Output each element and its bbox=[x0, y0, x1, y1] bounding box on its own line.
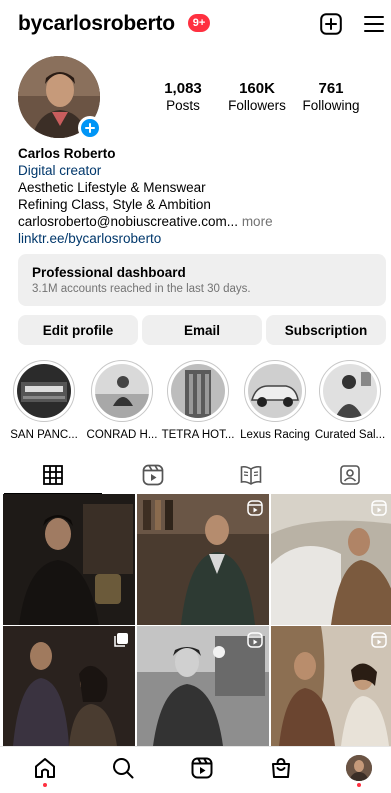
tab-guides[interactable] bbox=[202, 456, 300, 494]
nav-profile[interactable] bbox=[346, 755, 372, 781]
guide-icon bbox=[240, 465, 262, 485]
posts-count: 1,083 bbox=[164, 80, 202, 97]
shop-icon bbox=[272, 757, 290, 778]
nav-search[interactable] bbox=[110, 755, 136, 781]
highlight-cover bbox=[323, 364, 377, 418]
reels-icon bbox=[191, 757, 213, 779]
profile-username[interactable]: bycarlosroberto bbox=[18, 12, 175, 36]
reel-icon bbox=[371, 632, 387, 648]
reel-icon bbox=[247, 632, 263, 648]
story-highlight[interactable]: Lexus Racing bbox=[237, 360, 313, 441]
posts-stat[interactable]: 1,083 Posts bbox=[143, 80, 223, 113]
professional-dashboard[interactable]: Professional dashboard 3.1M accounts rea… bbox=[18, 254, 386, 306]
post-thumbnail[interactable] bbox=[3, 494, 135, 625]
highlight-ring bbox=[167, 360, 229, 422]
nav-shop[interactable] bbox=[268, 755, 294, 781]
highlight-cover bbox=[248, 364, 302, 418]
notification-badge[interactable]: 9+ bbox=[188, 14, 210, 32]
top-bar: bycarlosroberto 9+ bbox=[0, 0, 391, 50]
bio-line: Aesthetic Lifestyle & Menswear bbox=[18, 180, 206, 195]
story-highlight[interactable]: Curated Sal... bbox=[312, 360, 388, 441]
home-icon bbox=[35, 758, 55, 778]
profile-avatar-container[interactable] bbox=[18, 56, 102, 140]
highlight-label: SAN PANC... bbox=[10, 429, 78, 441]
profile-avatar-icon bbox=[346, 755, 372, 781]
post-thumbnail[interactable] bbox=[271, 494, 391, 625]
profile-bio: Carlos Roberto Digital creator Aesthetic… bbox=[18, 145, 378, 247]
highlight-label: Lexus Racing bbox=[240, 429, 310, 441]
reel-icon bbox=[371, 500, 387, 516]
following-label: Following bbox=[302, 98, 360, 113]
tab-tagged[interactable] bbox=[301, 456, 391, 494]
plus-square-icon bbox=[320, 13, 342, 35]
post-thumbnail[interactable] bbox=[137, 494, 269, 625]
highlight-label: Curated Sal... bbox=[314, 429, 386, 441]
dashboard-subtitle: 3.1M accounts reached in the last 30 day… bbox=[32, 283, 251, 295]
nav-reels[interactable] bbox=[189, 755, 215, 781]
dashboard-title: Professional dashboard bbox=[32, 265, 186, 280]
highlight-ring bbox=[91, 360, 153, 422]
tagged-icon bbox=[340, 465, 360, 485]
reel-icon bbox=[247, 500, 263, 516]
following-stat[interactable]: 761 Following bbox=[291, 80, 371, 113]
tab-reels[interactable] bbox=[104, 456, 202, 494]
posts-grid bbox=[3, 494, 391, 746]
post-thumbnail[interactable] bbox=[137, 626, 269, 746]
followers-stat[interactable]: 160K Followers bbox=[217, 80, 297, 113]
highlight-label: CONRAD H... bbox=[86, 429, 158, 441]
tab-posts-grid[interactable] bbox=[4, 456, 102, 494]
posts-label: Posts bbox=[166, 98, 200, 113]
followers-count: 160K bbox=[239, 80, 275, 97]
nav-home[interactable] bbox=[32, 755, 58, 781]
followers-label: Followers bbox=[228, 98, 286, 113]
grid-icon bbox=[43, 464, 63, 485]
plus-icon bbox=[85, 123, 95, 133]
story-highlight[interactable]: CONRAD H... bbox=[84, 360, 160, 441]
highlight-cover bbox=[171, 364, 225, 418]
add-story-button[interactable] bbox=[78, 116, 102, 140]
bio-email-line: carlosroberto@nobiuscreative.com... more bbox=[18, 213, 378, 230]
story-highlight[interactable]: SAN PANC... bbox=[6, 360, 82, 441]
highlight-ring bbox=[319, 360, 381, 422]
home-notification-dot bbox=[43, 783, 47, 787]
highlight-ring bbox=[13, 360, 75, 422]
profile-notification-dot bbox=[357, 783, 361, 787]
bio-email[interactable]: carlosroberto@nobiuscreative.com... bbox=[18, 214, 238, 229]
highlight-ring bbox=[244, 360, 306, 422]
story-highlight[interactable]: TETRA HOT... bbox=[160, 360, 236, 441]
highlight-label: TETRA HOT... bbox=[161, 429, 235, 441]
reels-icon bbox=[142, 464, 164, 486]
create-button[interactable] bbox=[319, 12, 343, 36]
more-link[interactable]: more bbox=[238, 214, 273, 229]
highlight-cover bbox=[95, 364, 149, 418]
profile-name: Carlos Roberto bbox=[18, 146, 116, 161]
edit-profile-button[interactable]: Edit profile bbox=[18, 315, 138, 345]
search-icon bbox=[113, 758, 134, 779]
post-thumbnail[interactable] bbox=[271, 626, 391, 746]
hamburger-menu-icon bbox=[364, 16, 384, 32]
profile-tabs bbox=[0, 456, 391, 494]
bio-line: Refining Class, Style & Ambition bbox=[18, 197, 211, 212]
subscription-button[interactable]: Subscription bbox=[266, 315, 386, 345]
menu-button[interactable] bbox=[362, 12, 386, 36]
bio-link[interactable]: linktr.ee/bycarlosroberto bbox=[18, 230, 378, 247]
email-button[interactable]: Email bbox=[142, 315, 262, 345]
following-count: 761 bbox=[318, 80, 344, 97]
carousel-icon bbox=[114, 633, 128, 647]
profile-category: Digital creator bbox=[18, 163, 102, 178]
bottom-navigation bbox=[0, 746, 391, 793]
post-thumbnail[interactable] bbox=[3, 626, 135, 746]
highlight-cover bbox=[17, 364, 71, 418]
